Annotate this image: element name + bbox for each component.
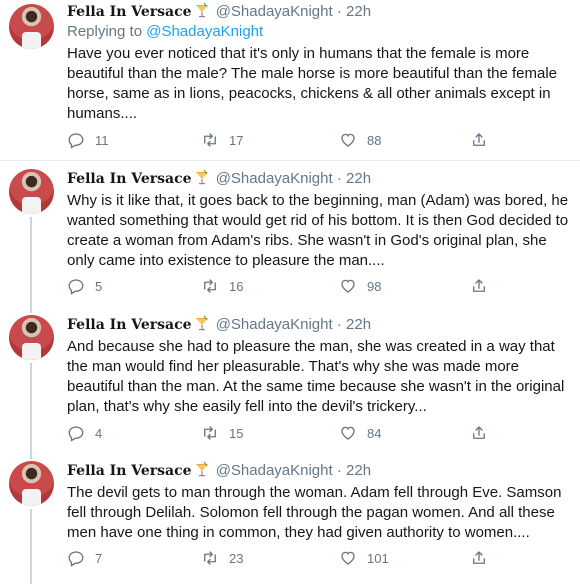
retweet-count: 15: [229, 425, 244, 441]
heart-icon: [341, 551, 355, 565]
display-name[interactable]: Fella In Versace: [67, 317, 192, 333]
share-button[interactable]: [470, 424, 488, 442]
share-icon: [473, 279, 485, 292]
separator-dot: ·: [336, 462, 342, 479]
retweet-icon: [204, 279, 216, 293]
display-name[interactable]: Fella In Versace: [67, 171, 192, 187]
reply-count: 5: [95, 278, 103, 294]
like-button[interactable]: 88: [339, 131, 381, 149]
retweet-icon: [204, 426, 216, 440]
user-handle[interactable]: @ShadayaKnight: [216, 316, 333, 333]
like-count: 98: [367, 278, 382, 294]
reply-prefix: Replying to: [67, 23, 147, 40]
tweet-text: The devil gets to man through the woman.…: [67, 484, 562, 541]
tweet[interactable]: Fella In Versace @ShadayaKnight · 22h Wh…: [0, 161, 580, 307]
retweet-icon: [204, 551, 216, 565]
tweet[interactable]: Fella In Versace @ShadayaKnight · 22h An…: [0, 307, 580, 453]
timestamp[interactable]: 22h: [346, 3, 371, 20]
thread-line: [30, 217, 32, 307]
share-icon: [473, 551, 485, 564]
reply-button[interactable]: 7: [67, 549, 102, 567]
timestamp[interactable]: 22h: [346, 316, 371, 333]
reply-button[interactable]: 4: [67, 424, 102, 442]
like-button[interactable]: 101: [339, 549, 389, 567]
reply-button[interactable]: 11: [67, 131, 109, 149]
tweet-header: Fella In Versace @ShadayaKnight · 22h: [67, 2, 570, 22]
timestamp[interactable]: 22h: [346, 170, 371, 187]
share-icon: [473, 133, 485, 146]
retweet-button[interactable]: 17: [201, 131, 243, 149]
heart-icon: [341, 279, 355, 293]
timestamp[interactable]: 22h: [346, 462, 371, 479]
like-count: 101: [367, 550, 389, 566]
user-handle[interactable]: @ShadayaKnight: [216, 3, 333, 20]
reply-count: 7: [95, 550, 103, 566]
tweet[interactable]: Fella In Versace @ShadayaKnight · 22h Th…: [0, 453, 580, 584]
tweet-header: Fella In Versace @ShadayaKnight · 22h: [67, 169, 570, 189]
retweet-button[interactable]: 16: [201, 277, 243, 295]
tweet-header: Fella In Versace @ShadayaKnight · 22h: [67, 461, 570, 481]
tweet-text: Have you ever noticed that it's only in …: [67, 45, 558, 122]
cocktail-emoji-icon: [195, 2, 208, 18]
tweet[interactable]: Fella In Versace @ShadayaKnight · 22h Re…: [0, 0, 580, 160]
tweet-actions: 11 17 88: [67, 131, 507, 151]
heart-icon: [341, 133, 355, 147]
retweet-count: 16: [229, 278, 244, 294]
user-handle[interactable]: @ShadayaKnight: [216, 170, 333, 187]
reply-context: Replying to @ShadayaKnight: [67, 22, 570, 42]
reply-icon: [68, 551, 84, 567]
user-handle[interactable]: @ShadayaKnight: [216, 462, 333, 479]
thread-line: [30, 307, 32, 313]
tweet-text: Why is it like that, it goes back to the…: [67, 192, 569, 269]
thread-line: [30, 453, 32, 459]
like-button[interactable]: 84: [339, 424, 381, 442]
separator-dot: ·: [336, 170, 342, 187]
like-button[interactable]: 98: [339, 277, 381, 295]
thread-line: [30, 509, 32, 584]
tweet-thread: Fella In Versace @ShadayaKnight · 22h Re…: [0, 0, 580, 584]
avatar[interactable]: [9, 169, 54, 214]
share-icon: [473, 426, 485, 439]
mention-link[interactable]: @ShadayaKnight: [146, 23, 263, 40]
retweet-button[interactable]: 15: [201, 424, 243, 442]
share-button[interactable]: [470, 549, 488, 567]
display-name[interactable]: Fella In Versace: [67, 463, 192, 479]
cocktail-emoji-icon: [195, 461, 208, 477]
share-button[interactable]: [470, 277, 488, 295]
reply-icon: [68, 426, 84, 442]
separator-dot: ·: [336, 316, 342, 333]
avatar[interactable]: [9, 461, 54, 506]
thread-line: [30, 363, 32, 453]
tweet-actions: 7 23 101: [67, 549, 507, 569]
separator-dot: ·: [336, 3, 342, 20]
reply-count: 11: [95, 132, 109, 148]
avatar[interactable]: [9, 315, 54, 360]
tweet-actions: 4 15 84: [67, 424, 507, 444]
like-count: 84: [367, 425, 382, 441]
tweet-text: And because she had to pleasure the man,…: [67, 338, 565, 415]
heart-icon: [341, 426, 355, 440]
display-name[interactable]: Fella In Versace: [67, 4, 192, 20]
retweet-count: 17: [229, 132, 244, 148]
retweet-button[interactable]: 23: [201, 549, 243, 567]
retweet-icon: [204, 133, 216, 147]
share-button[interactable]: [470, 131, 488, 149]
reply-button[interactable]: 5: [67, 277, 102, 295]
cocktail-emoji-icon: [195, 315, 208, 331]
cocktail-emoji-icon: [195, 169, 208, 185]
like-count: 88: [367, 132, 382, 148]
tweet-header: Fella In Versace @ShadayaKnight · 22h: [67, 315, 570, 335]
tweet-actions: 5 16 98: [67, 277, 507, 297]
reply-icon: [68, 279, 84, 295]
avatar[interactable]: [9, 4, 54, 49]
retweet-count: 23: [229, 550, 244, 566]
reply-count: 4: [95, 425, 103, 441]
reply-icon: [68, 133, 84, 149]
